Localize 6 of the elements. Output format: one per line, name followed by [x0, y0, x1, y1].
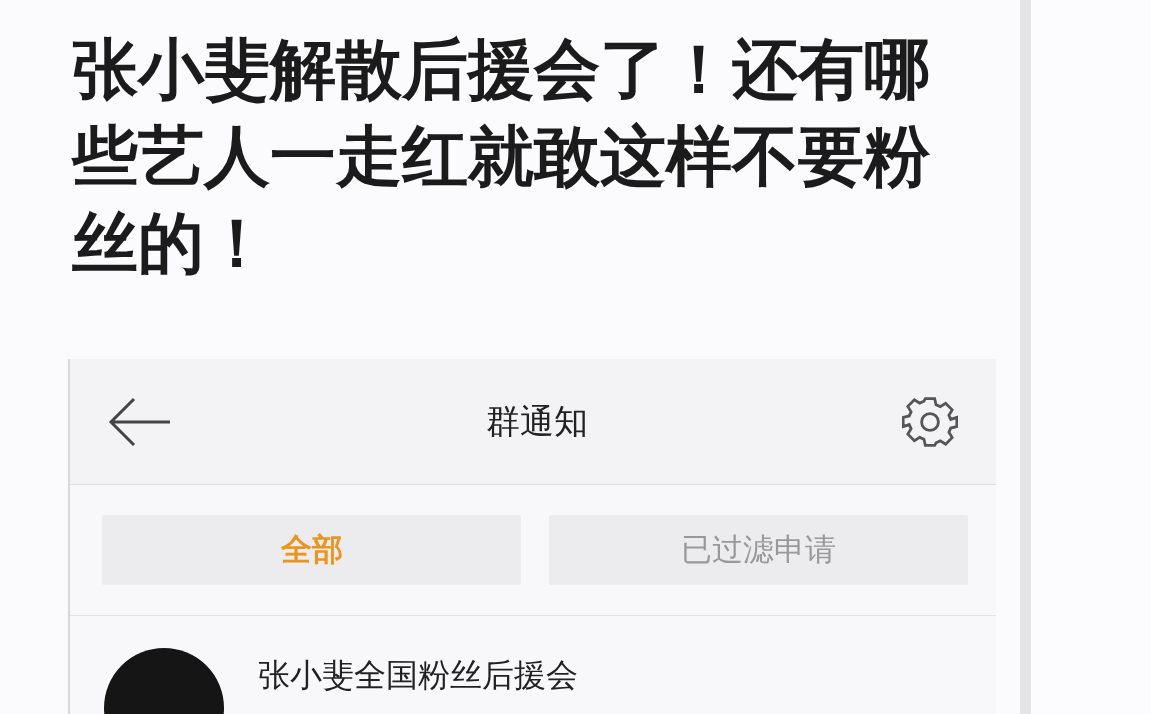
- group-name: 张小斐全国粉丝后援会: [258, 655, 578, 696]
- article-headline: 张小斐解散后援会了！还有哪些艺人一走红就敢这样不要粉丝的！: [72, 30, 931, 284]
- back-arrow-icon[interactable]: [108, 396, 172, 447]
- screen-title: 群通知: [486, 399, 588, 443]
- filter-tab[interactable]: 全部: [102, 515, 521, 585]
- filter-tab[interactable]: 已过滤申请: [549, 515, 968, 585]
